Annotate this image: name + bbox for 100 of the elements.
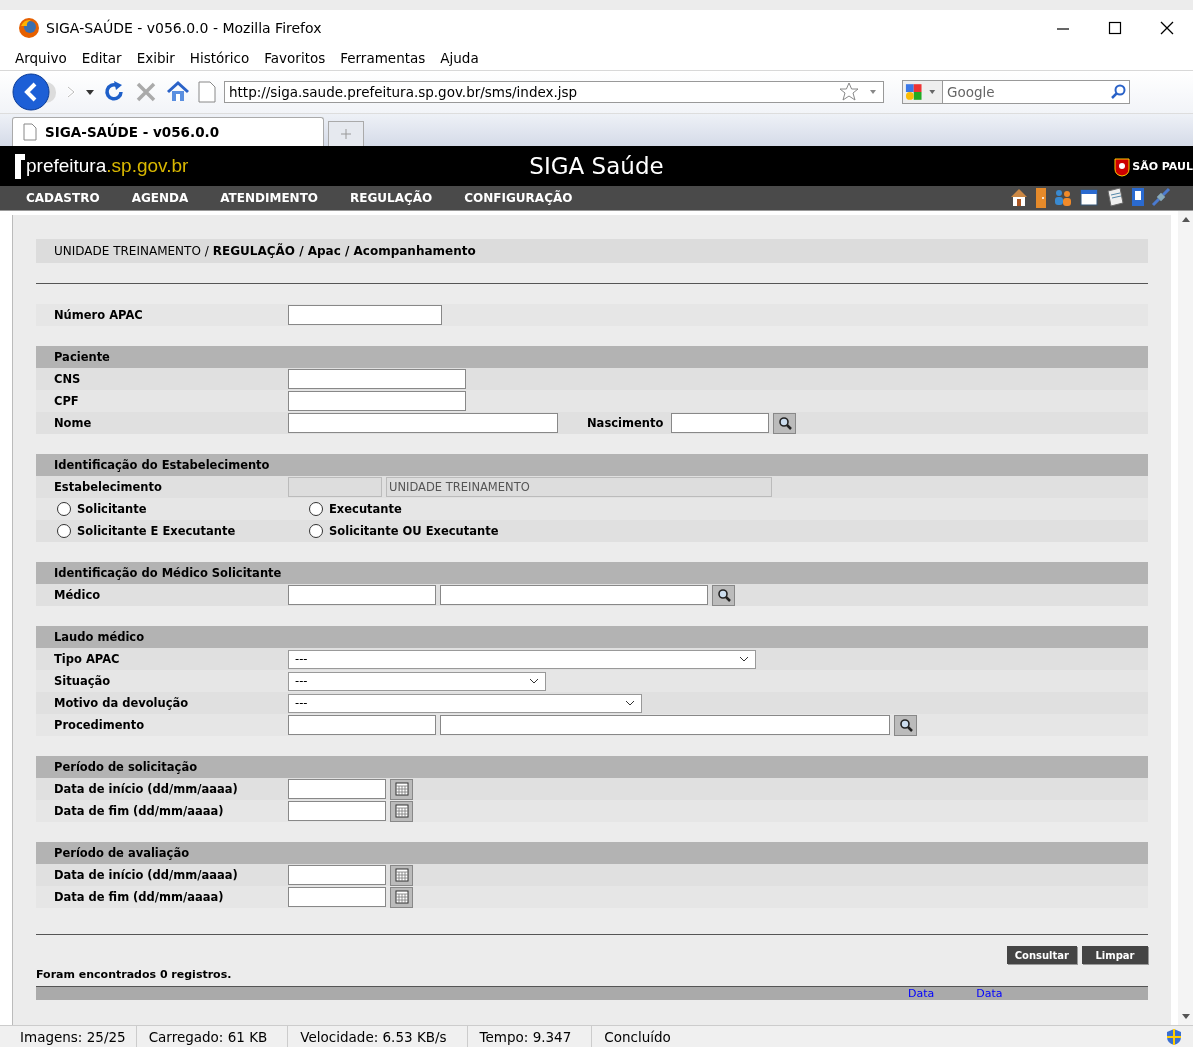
- text-field[interactable]: [288, 865, 386, 885]
- field-label: Nome: [53, 416, 93, 430]
- field-label: Número APAC: [53, 308, 144, 322]
- nav-menu-item[interactable]: CADASTRO: [26, 191, 100, 205]
- status-text: Concluído: [603, 1027, 672, 1047]
- section-header: Período de solicitação: [36, 756, 1148, 778]
- field-label: Motivo da devolução: [53, 696, 190, 710]
- text-field[interactable]: [288, 305, 442, 325]
- field-label: Estabelecimento: [53, 480, 163, 494]
- door-icon[interactable]: [1035, 187, 1047, 209]
- select-field[interactable]: ---: [288, 693, 642, 713]
- nav-menu-item[interactable]: REGULAÇÃO: [350, 191, 433, 205]
- select-field[interactable]: ---: [288, 671, 546, 691]
- calendar-button[interactable]: [390, 886, 413, 908]
- text-field[interactable]: [288, 779, 386, 799]
- logo-text: prefeitura: [26, 155, 107, 177]
- calendar-button[interactable]: [390, 778, 413, 800]
- people-icon[interactable]: [1053, 187, 1073, 207]
- calendar-icon[interactable]: [1079, 187, 1099, 207]
- radio-button[interactable]: [309, 524, 323, 538]
- page-icon: [23, 123, 37, 141]
- notepad-icon[interactable]: [1105, 187, 1125, 207]
- nav-menu-item[interactable]: CONFIGURAÇÃO: [464, 191, 573, 205]
- action-button[interactable]: Consultar: [1006, 946, 1077, 964]
- menu-item[interactable]: Ferramentas: [340, 50, 426, 66]
- firefox-icon: [18, 17, 40, 39]
- search-button[interactable]: [773, 412, 797, 434]
- text-field[interactable]: [440, 715, 890, 735]
- search-engine-icon[interactable]: [902, 80, 942, 104]
- text-field[interactable]: [288, 391, 466, 411]
- nav-menu-item[interactable]: AGENDA: [131, 191, 189, 205]
- radio-button[interactable]: [57, 524, 71, 538]
- calendar-button[interactable]: [390, 864, 413, 886]
- scroll-up-icon[interactable]: [1181, 217, 1190, 222]
- section-header: Laudo médico: [36, 626, 1148, 648]
- menu-item[interactable]: Histórico: [189, 50, 250, 66]
- window-title: SIGA-SAÚDE - v056.0.0 - Mozilla Firefox: [46, 20, 322, 36]
- book-icon[interactable]: [1131, 187, 1145, 207]
- section-header: Paciente: [36, 346, 1148, 368]
- text-field[interactable]: [288, 715, 436, 735]
- radio-label: Solicitante E Executante: [77, 524, 236, 538]
- shield-icon: [1165, 1027, 1183, 1046]
- text-field[interactable]: [671, 413, 770, 433]
- radio-label: Solicitante OU Executante: [329, 524, 499, 538]
- radio-button[interactable]: [57, 502, 71, 516]
- nav-menu-item[interactable]: ATENDIMENTO: [220, 191, 319, 205]
- breadcrumb-unit: UNIDADE TREINAMENTO /: [54, 244, 209, 258]
- address-field[interactable]: http://siga.saude.prefeitura.sp.gov.br/sms/index.jsp: [224, 81, 884, 103]
- calendar-icon: [394, 868, 409, 882]
- plug-icon[interactable]: [1151, 187, 1171, 207]
- browser-tab[interactable]: SIGA-SAÚDE - v056.0.0: [12, 117, 324, 146]
- page-icon: [198, 81, 216, 103]
- calendar-button[interactable]: [390, 800, 413, 822]
- field-label: Nascimento: [587, 416, 664, 430]
- status-text: Velocidade: 6.53 KB/s: [288, 1026, 468, 1047]
- field-label: Data de fim (dd/mm/aaaa): [53, 804, 225, 818]
- maximize-icon[interactable]: [1108, 21, 1122, 35]
- menu-item[interactable]: Editar: [81, 50, 122, 66]
- calendar-icon: [394, 804, 409, 818]
- select-field[interactable]: ---: [288, 649, 756, 669]
- status-text: Carregado: 61 KB: [136, 1026, 289, 1047]
- column-header[interactable]: Data: [976, 987, 1003, 1000]
- field-label: Data de início (dd/mm/aaaa): [53, 782, 239, 796]
- field-label: Data de fim (dd/mm/aaaa): [53, 890, 225, 904]
- back-icon[interactable]: [12, 73, 56, 111]
- close-icon[interactable]: [1160, 21, 1174, 35]
- radio-button[interactable]: [309, 502, 323, 516]
- menu-item[interactable]: Favoritos: [264, 50, 326, 66]
- chevron-icon: [739, 656, 749, 662]
- site-title: SIGA Saúde: [529, 153, 664, 179]
- scroll-down-icon[interactable]: [1181, 1014, 1190, 1019]
- menu-item[interactable]: Exibir: [136, 50, 175, 66]
- star-icon[interactable]: [839, 82, 859, 102]
- section-header: Identificação do Médico Solicitante: [36, 562, 1148, 584]
- radio-label: Executante: [329, 502, 402, 516]
- reload-icon[interactable]: [102, 80, 126, 104]
- column-header[interactable]: Data: [908, 987, 935, 1000]
- menu-item[interactable]: Ajuda: [440, 50, 479, 66]
- logo-domain: .sp.gov.br: [106, 155, 189, 177]
- text-field[interactable]: [288, 585, 436, 605]
- calendar-icon: [394, 782, 409, 796]
- chevron-icon: [529, 678, 539, 684]
- text-field[interactable]: [440, 585, 708, 605]
- text-field[interactable]: [288, 369, 466, 389]
- plus-icon: [341, 129, 351, 139]
- text-field[interactable]: [288, 887, 386, 907]
- search-icon: [777, 416, 792, 430]
- home-icon[interactable]: [166, 80, 190, 104]
- field-label: Médico: [53, 588, 102, 602]
- text-field[interactable]: [288, 801, 386, 821]
- search-button[interactable]: [894, 714, 917, 736]
- search-field[interactable]: Google: [942, 80, 1130, 104]
- search-icon[interactable]: [1110, 84, 1126, 100]
- search-button[interactable]: [712, 584, 735, 606]
- dropdown-icon[interactable]: [86, 89, 94, 95]
- menu-item[interactable]: Arquivo: [15, 50, 67, 66]
- text-field[interactable]: [288, 413, 558, 433]
- action-button[interactable]: Limpar: [1082, 946, 1148, 964]
- home-icon[interactable]: [1009, 187, 1029, 207]
- field-label: Data de início (dd/mm/aaaa): [53, 868, 239, 882]
